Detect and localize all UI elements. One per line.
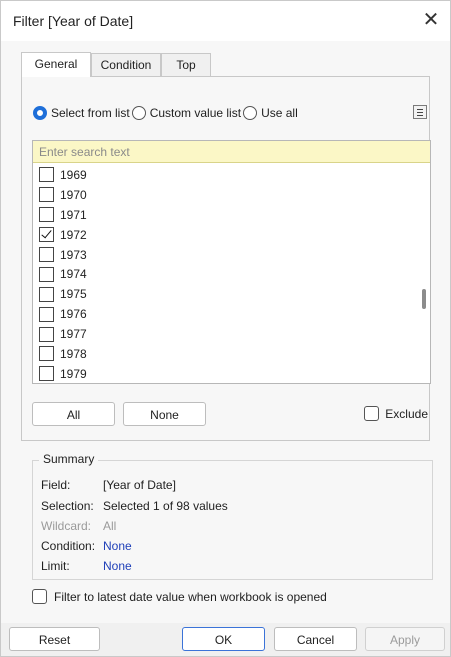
item-checkbox[interactable] — [39, 326, 54, 342]
list-scrollbar[interactable] — [417, 164, 430, 383]
list-item[interactable]: 1969 — [33, 165, 417, 185]
item-label: 1969 — [60, 167, 87, 182]
list-item[interactable]: 1978 — [33, 344, 417, 364]
value-list: 1969 1970 1971 1972 1973 1974 1975 1976 … — [33, 165, 417, 383]
item-checkbox[interactable] — [39, 247, 54, 262]
item-checkbox[interactable] — [39, 306, 54, 322]
summary-key: Condition: — [41, 539, 96, 553]
search-input[interactable] — [33, 141, 430, 163]
reset-button[interactable]: Reset — [9, 627, 100, 651]
radio-select-from-list[interactable] — [33, 106, 47, 120]
item-checkbox[interactable] — [39, 286, 54, 302]
close-icon[interactable]: ✕ — [420, 9, 442, 31]
summary-value: [Year of Date] — [103, 478, 176, 492]
summary-limit-link[interactable]: None — [103, 559, 132, 573]
list-item[interactable]: 1972 — [33, 225, 417, 245]
item-label: 1978 — [60, 346, 87, 361]
item-label: 1971 — [60, 207, 87, 222]
summary-condition-link[interactable]: None — [103, 539, 132, 553]
summary-value: Selected 1 of 98 values — [103, 499, 228, 513]
list-item[interactable]: 1970 — [33, 185, 417, 205]
list-item[interactable]: 1979 — [33, 364, 417, 383]
summary-value: All — [103, 519, 117, 533]
summary-key: Limit: — [41, 559, 70, 573]
item-label: 1973 — [60, 247, 87, 262]
item-label: 1979 — [60, 366, 87, 381]
exclude-checkbox[interactable] — [364, 406, 380, 421]
summary-key: Field: — [41, 478, 71, 492]
radio-use-all-label[interactable]: Use all — [261, 106, 298, 120]
value-list-box: 1969 1970 1971 1972 1973 1974 1975 1976 … — [32, 140, 431, 384]
value-mode-options: Select from list Custom value list Use a… — [33, 103, 300, 123]
summary-legend: Summary — [39, 452, 99, 466]
latest-date-label[interactable]: Filter to latest date value when workboo… — [54, 590, 327, 604]
filter-dialog: Filter [Year of Date] ✕ General Conditio… — [0, 0, 451, 657]
item-checkbox[interactable] — [39, 366, 54, 382]
exclude-option[interactable]: Exclude — [364, 406, 428, 421]
list-item[interactable]: 1976 — [33, 304, 417, 324]
latest-date-option[interactable]: Filter to latest date value when workboo… — [32, 589, 327, 604]
item-checkbox[interactable] — [39, 227, 54, 243]
item-label: 1977 — [60, 327, 87, 342]
select-all-button[interactable]: All — [32, 402, 115, 426]
list-item[interactable]: 1977 — [33, 324, 417, 344]
tab-top[interactable]: Top — [161, 53, 211, 76]
summary-key: Selection: — [41, 499, 94, 513]
item-checkbox[interactable] — [39, 207, 54, 223]
title-bar: Filter [Year of Date] ✕ — [1, 1, 450, 41]
item-label: 1974 — [60, 267, 87, 282]
list-options-menu-icon[interactable] — [413, 105, 427, 119]
radio-select-from-list-label[interactable]: Select from list — [51, 106, 130, 120]
item-label: 1975 — [60, 287, 87, 302]
radio-custom-value-list[interactable] — [131, 106, 146, 120]
item-checkbox[interactable] — [39, 187, 54, 203]
list-item[interactable]: 1975 — [33, 284, 417, 304]
tab-condition[interactable]: Condition — [91, 53, 161, 76]
item-checkbox[interactable] — [39, 167, 54, 183]
select-none-button[interactable]: None — [123, 402, 206, 426]
latest-date-checkbox[interactable] — [32, 589, 47, 604]
dialog-title: Filter [Year of Date] — [13, 13, 134, 29]
scrollbar-thumb[interactable] — [422, 289, 426, 309]
list-item[interactable]: 1973 — [33, 245, 417, 265]
tab-general[interactable]: General — [21, 52, 91, 77]
apply-button[interactable]: Apply — [365, 627, 445, 651]
summary-group — [32, 460, 433, 580]
exclude-label[interactable]: Exclude — [385, 407, 428, 421]
radio-custom-value-list-label[interactable]: Custom value list — [150, 106, 241, 120]
item-label: 1972 — [60, 227, 87, 242]
list-item[interactable]: 1974 — [33, 264, 417, 284]
ok-button[interactable]: OK — [182, 627, 265, 651]
list-item[interactable]: 1971 — [33, 205, 417, 225]
item-checkbox[interactable] — [39, 346, 54, 362]
radio-use-all[interactable] — [243, 106, 258, 120]
summary-key: Wildcard: — [41, 519, 92, 533]
item-checkbox[interactable] — [39, 266, 54, 282]
cancel-button[interactable]: Cancel — [274, 627, 357, 651]
item-label: 1976 — [60, 307, 87, 322]
item-label: 1970 — [60, 187, 87, 202]
